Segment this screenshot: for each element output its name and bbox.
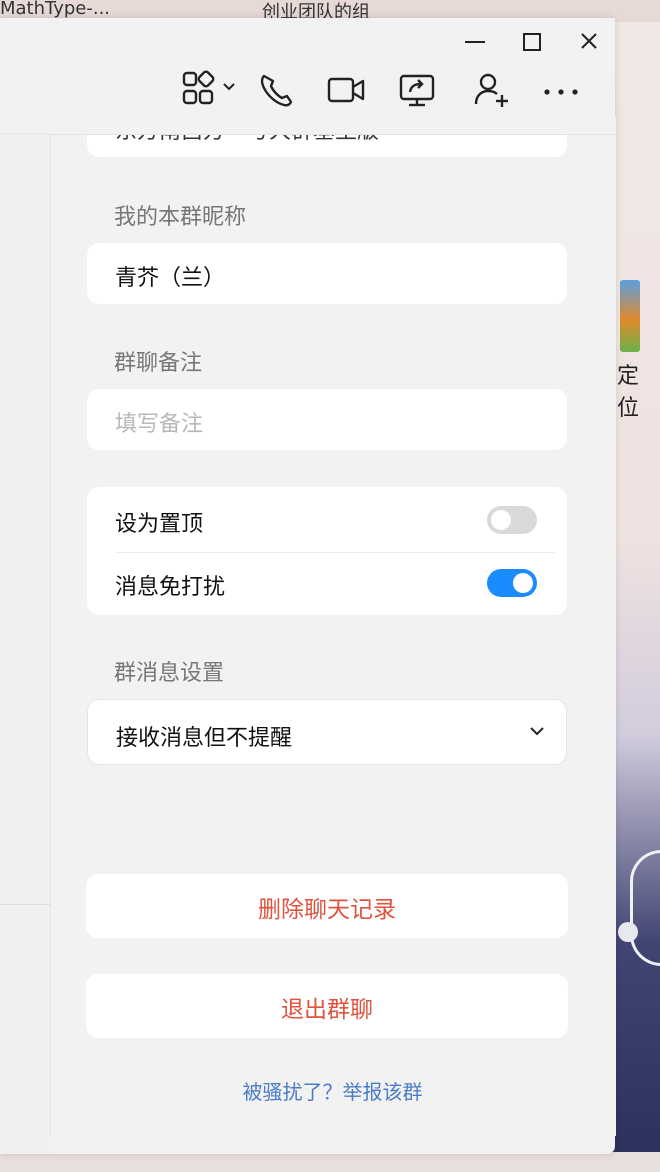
group-remark-placeholder: 填写备注 <box>115 412 204 437</box>
my-nickname-value: 青芥（兰） <box>115 266 226 291</box>
desktop-app-icon[interactable] <box>620 280 640 352</box>
delete-history-button[interactable]: 删除聊天记录 <box>86 874 568 938</box>
chat-list-strip <box>0 134 50 1154</box>
delete-history-label: 删除聊天记录 <box>258 897 396 923</box>
my-nickname-label: 我的本群昵称 <box>114 205 247 230</box>
msg-settings-value: 接收消息但不提醒 <box>116 726 293 751</box>
dnd-row[interactable]: 消息免打扰 <box>87 551 567 615</box>
wallpaper-decoration <box>630 850 660 966</box>
dnd-toggle[interactable] <box>487 569 537 597</box>
leave-group-label: 退出群聊 <box>281 997 373 1023</box>
group-remark-field[interactable]: 填写备注 <box>87 389 567 450</box>
wallpaper-dot <box>618 922 638 942</box>
chevron-down-icon <box>528 722 546 744</box>
desktop-wallpaper <box>615 22 660 1172</box>
report-group-link[interactable]: 被骚扰了？举报该群 <box>50 1076 615 1105</box>
toggle-settings-card: 设为置顶 消息免打扰 <box>87 487 567 615</box>
dnd-label: 消息免打扰 <box>115 575 226 600</box>
group-remark-label: 群聊备注 <box>114 351 203 376</box>
msg-settings-label: 群消息设置 <box>114 661 225 686</box>
pin-toggle[interactable] <box>487 506 537 534</box>
pin-label: 设为置顶 <box>115 512 204 537</box>
taskbar-window-mathtype[interactable]: MathType-... <box>0 0 110 19</box>
desktop-bottom <box>0 1152 660 1172</box>
pin-row[interactable]: 设为置顶 <box>87 487 567 551</box>
title-bar-overlay <box>50 18 615 135</box>
divider <box>0 904 50 905</box>
msg-settings-select[interactable]: 接收消息但不提醒 <box>87 699 567 765</box>
my-nickname-field[interactable]: 青芥（兰） <box>87 243 567 304</box>
leave-group-button[interactable]: 退出群聊 <box>86 974 568 1038</box>
desktop-app-label: 定位 <box>617 364 640 421</box>
